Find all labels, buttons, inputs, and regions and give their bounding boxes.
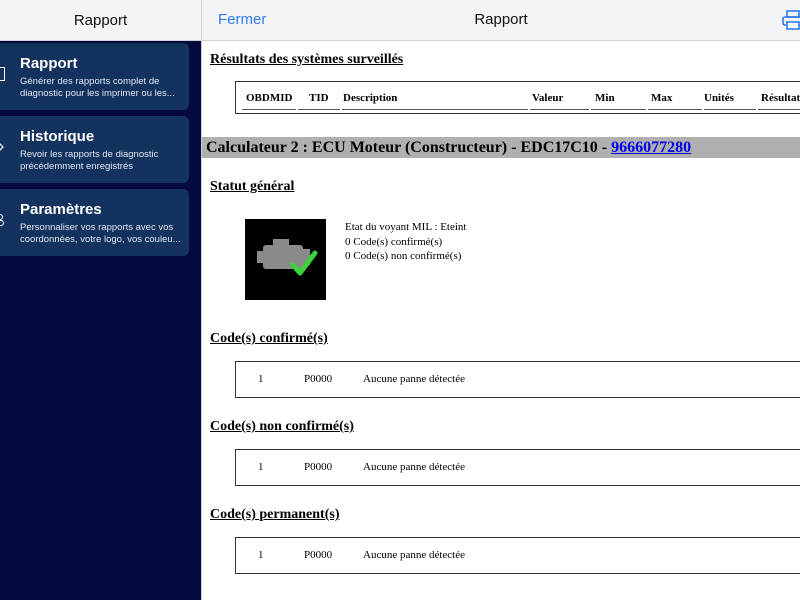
- header-rule: [648, 109, 702, 110]
- calculator-link[interactable]: 9666077280: [611, 139, 691, 156]
- column-header: Valeur: [532, 92, 564, 104]
- monitored-heading: Résultats des systèmes surveillés: [210, 52, 404, 67]
- confirmed-heading: Code(s) confirmé(s): [210, 331, 328, 346]
- row-index: 1: [258, 549, 264, 561]
- sidebar-item-desc: Générer des rapports complet de diagnost…: [20, 76, 175, 99]
- sidebar-title: Rapport: [73, 11, 128, 29]
- history-icon: [0, 143, 4, 151]
- sidebar-item-rapport[interactable]: Rapport Générer des rapports complet de …: [0, 43, 189, 110]
- sidebar-item-title: Rapport: [20, 55, 78, 72]
- printer-icon[interactable]: [782, 10, 800, 30]
- row-code: P0000: [304, 461, 333, 473]
- column-header: Description: [343, 92, 398, 104]
- row-code: P0000: [304, 549, 333, 561]
- sidebar-item-historique[interactable]: Historique Revoir les rapports de diagno…: [0, 116, 189, 183]
- sidebar-header: Rapport: [0, 0, 201, 41]
- page-title: Rapport: [474, 11, 528, 28]
- sidebar: Rapport Rapport Générer des rapports com…: [0, 0, 201, 600]
- column-header: TID: [309, 92, 329, 104]
- header-rule: [591, 109, 646, 110]
- row-text: Aucune panne détectée: [363, 373, 465, 385]
- sidebar-item-parametres[interactable]: Paramètres Personnaliser vos rapports av…: [0, 189, 189, 256]
- header-rule: [342, 109, 528, 110]
- sidebar-item-title: Paramètres: [20, 201, 102, 218]
- engine-check-icon: [257, 239, 318, 276]
- status-heading: Statut général: [210, 179, 295, 194]
- calculator-header: Calculateur 2 : ECU Moteur (Constructeur…: [202, 137, 800, 158]
- row-text: Aucune panne détectée: [363, 549, 465, 561]
- sidebar-item-title: Historique: [20, 128, 95, 145]
- sidebar-item-desc: Revoir les rapports de diagnostic précéd…: [20, 149, 159, 172]
- header-rule: [704, 109, 756, 110]
- calculator-title: Calculateur 2 : ECU Moteur (Constructeur…: [206, 139, 612, 156]
- header-rule: [242, 109, 296, 110]
- status-summary: Etat du voyant MIL : Eteint 0 Code(s) co…: [345, 220, 466, 264]
- column-header: Max: [651, 92, 673, 104]
- mil-status: Etat du voyant MIL : Eteint: [345, 221, 467, 233]
- header-rule: [298, 109, 340, 110]
- settings-icon: [0, 214, 4, 226]
- main-panel: Fermer Rapport Résultats des systèmes su…: [201, 0, 800, 600]
- column-header: Min: [595, 92, 615, 104]
- engine-status-image: [245, 219, 326, 300]
- header-rule: [530, 109, 589, 110]
- column-header: Unités: [704, 92, 734, 104]
- confirmed-table: 1 P0000 Aucune panne détectée: [235, 361, 800, 398]
- unconfirmed-heading: Code(s) non confirmé(s): [210, 419, 354, 434]
- row-index: 1: [258, 373, 264, 385]
- top-bar: Fermer Rapport: [202, 0, 800, 41]
- monitored-table: OBDMID TID Description Valeur Min Max Un…: [235, 81, 800, 114]
- header-rule: [758, 109, 800, 110]
- column-header: Résultat: [761, 92, 800, 104]
- row-text: Aucune panne détectée: [363, 461, 465, 473]
- unconfirmed-table: 1 P0000 Aucune panne détectée: [235, 449, 800, 486]
- permanent-table: 1 P0000 Aucune panne détectée: [235, 537, 800, 574]
- row-code: P0000: [304, 373, 333, 385]
- column-header: OBDMID: [246, 92, 293, 104]
- confirmed-count: 0 Code(s) confirmé(s): [345, 235, 443, 248]
- unconfirmed-count: 0 Code(s) non confirmé(s): [345, 250, 462, 262]
- sidebar-item-desc: Personnaliser vos rapports avec vos coor…: [20, 222, 181, 245]
- document-icon: [0, 67, 5, 81]
- permanent-heading: Code(s) permanent(s): [210, 507, 340, 522]
- row-index: 1: [258, 461, 264, 473]
